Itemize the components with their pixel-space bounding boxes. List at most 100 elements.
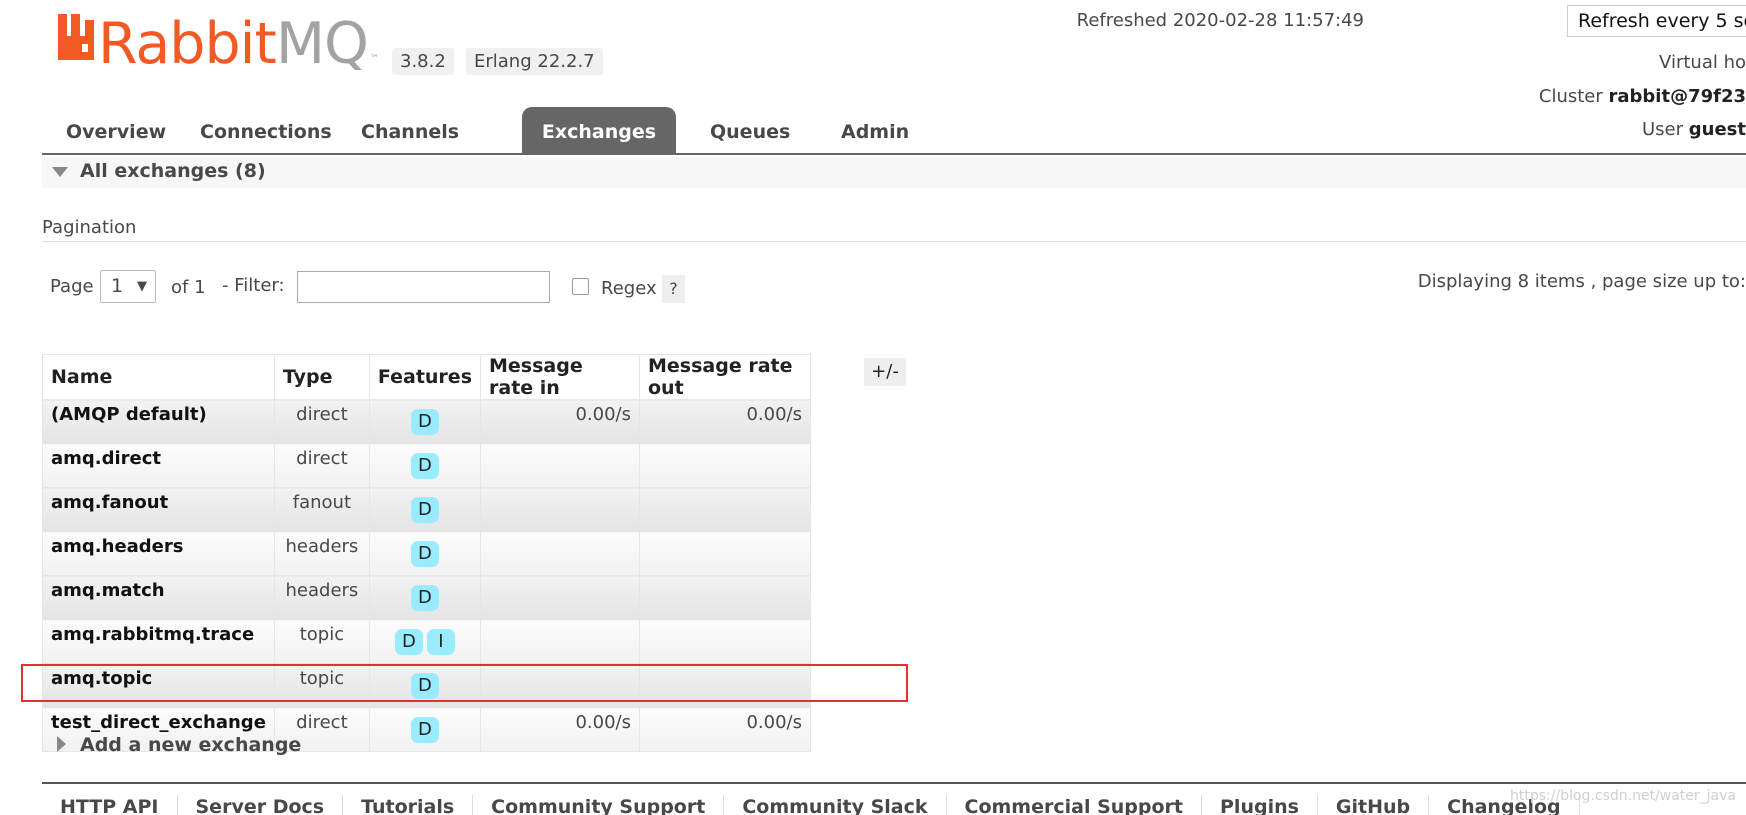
- cluster-value: rabbit@79f23: [1608, 86, 1746, 107]
- page-select-value: 1: [111, 275, 124, 297]
- table-row: amq.direct direct D: [42, 443, 811, 488]
- filter-label: - Filter:: [222, 275, 285, 296]
- durable-badge: D: [394, 628, 423, 655]
- exchange-name-link[interactable]: (AMQP default): [42, 399, 275, 444]
- footer-link-community-slack[interactable]: Community Slack: [724, 795, 947, 815]
- rate-in: [480, 487, 640, 532]
- features-cell: D: [368, 443, 482, 488]
- cluster-info: Cluster rabbit@79f23: [1539, 86, 1746, 107]
- page-label: Page: [50, 276, 94, 297]
- exchange-type: topic: [273, 619, 370, 664]
- pagination-divider: [42, 241, 1746, 242]
- features-cell: D: [368, 531, 482, 576]
- column-header-type: Type: [273, 354, 370, 400]
- tab-channels[interactable]: Channels: [337, 107, 483, 153]
- footer-link-commercial-support[interactable]: Commercial Support: [947, 795, 1202, 815]
- exchange-type: fanout: [273, 487, 370, 532]
- rate-out: [639, 443, 811, 488]
- internal-badge: I: [426, 628, 455, 655]
- add-exchange-toggle[interactable]: Add a new exchange: [80, 734, 301, 756]
- exchange-name-link[interactable]: amq.rabbitmq.trace: [42, 619, 275, 664]
- features-cell: D: [368, 487, 482, 532]
- logo-brand-prefix: Rabbit: [98, 11, 277, 77]
- rate-in: 0.00/s: [480, 707, 640, 752]
- collapse-triangle-icon[interactable]: [52, 167, 68, 177]
- logo-tm: ™: [369, 54, 379, 64]
- exchange-name-link[interactable]: amq.headers: [42, 531, 275, 576]
- page-select[interactable]: 1 ▼: [100, 270, 156, 303]
- tab-overview[interactable]: Overview: [42, 107, 190, 153]
- tab-exchanges[interactable]: Exchanges: [522, 107, 676, 153]
- table-row: amq.headers headers D: [42, 531, 811, 576]
- footer-link-community-support[interactable]: Community Support: [473, 795, 725, 815]
- page-count-label: of 1: [171, 277, 206, 298]
- watermark-text: https://blog.csdn.net/water_java: [1510, 788, 1736, 804]
- column-header-features: Features: [368, 354, 482, 400]
- version-badge: 3.8.2: [392, 48, 454, 75]
- pagination-heading: Pagination: [42, 217, 137, 238]
- features-cell: D: [368, 575, 482, 620]
- cluster-label: Cluster: [1538, 86, 1603, 107]
- exchange-name-link[interactable]: amq.fanout: [42, 487, 275, 532]
- regex-help-button[interactable]: ?: [662, 275, 685, 303]
- table-row: (AMQP default) direct D 0.00/s 0.00/s: [42, 399, 811, 444]
- refresh-interval-select[interactable]: Refresh every 5 se: [1567, 5, 1746, 37]
- rate-out: 0.00/s: [639, 707, 811, 752]
- features-cell: D: [368, 399, 482, 444]
- rabbit-logo-icon: [58, 14, 94, 60]
- exchange-type: headers: [273, 531, 370, 576]
- rate-in: 0.00/s: [480, 399, 640, 444]
- rate-in: [480, 443, 640, 488]
- footer-link-plugins[interactable]: Plugins: [1202, 795, 1318, 815]
- footer-link-tutorials[interactable]: Tutorials: [343, 795, 474, 815]
- footer-divider: [42, 782, 1746, 784]
- tab-admin[interactable]: Admin: [817, 107, 933, 153]
- rate-in: [480, 531, 640, 576]
- filter-input[interactable]: [297, 271, 550, 303]
- rate-in: [480, 619, 640, 664]
- logo-brand-suffix: MQ: [275, 11, 369, 77]
- caret-down-icon: ▼: [137, 279, 147, 294]
- features-cell: DI: [368, 619, 482, 664]
- displaying-count: Displaying 8 items , page size up to:: [1417, 271, 1746, 292]
- durable-badge: D: [410, 540, 439, 567]
- footer-links: HTTP API Server Docs Tutorials Community…: [42, 795, 1580, 815]
- tab-connections[interactable]: Connections: [176, 107, 356, 153]
- virtual-host-label: Virtual ho: [1659, 52, 1746, 73]
- regex-checkbox[interactable]: [572, 278, 589, 295]
- exchange-name-link[interactable]: amq.direct: [42, 443, 275, 488]
- rate-out: [639, 487, 811, 532]
- durable-badge: D: [410, 496, 439, 523]
- section-header[interactable]: [42, 157, 1746, 188]
- durable-badge: D: [410, 452, 439, 479]
- table-row: amq.match headers D: [42, 575, 811, 620]
- column-header-rate-in: Message rate in: [480, 354, 640, 400]
- exchange-type: direct: [273, 399, 370, 444]
- section-title[interactable]: All exchanges (8): [80, 160, 266, 182]
- column-header-name: Name: [42, 354, 275, 400]
- features-cell: D: [368, 707, 482, 752]
- durable-badge: D: [410, 716, 439, 743]
- expand-triangle-icon[interactable]: [57, 736, 66, 752]
- column-header-rate-out: Message rate out: [639, 354, 811, 400]
- highlight-box: [21, 664, 908, 702]
- footer-link-server-docs[interactable]: Server Docs: [178, 795, 344, 815]
- durable-badge: D: [410, 584, 439, 611]
- rate-in: [480, 575, 640, 620]
- table-row: amq.fanout fanout D: [42, 487, 811, 532]
- rabbitmq-logo: RabbitMQ ™: [58, 14, 379, 74]
- exchange-type: direct: [273, 443, 370, 488]
- rate-out: [639, 531, 811, 576]
- footer-link-github[interactable]: GitHub: [1318, 795, 1430, 815]
- erlang-version-badge: Erlang 22.2.7: [466, 48, 603, 75]
- table-row: amq.rabbitmq.trace topic DI: [42, 619, 811, 664]
- rate-out: [639, 619, 811, 664]
- tab-queues[interactable]: Queues: [686, 107, 814, 153]
- rate-out: [639, 575, 811, 620]
- exchange-type: headers: [273, 575, 370, 620]
- durable-badge: D: [410, 408, 439, 435]
- regex-label: Regex: [601, 278, 657, 299]
- column-toggle-button[interactable]: +/-: [864, 358, 906, 386]
- footer-link-http-api[interactable]: HTTP API: [42, 795, 178, 815]
- exchange-name-link[interactable]: amq.match: [42, 575, 275, 620]
